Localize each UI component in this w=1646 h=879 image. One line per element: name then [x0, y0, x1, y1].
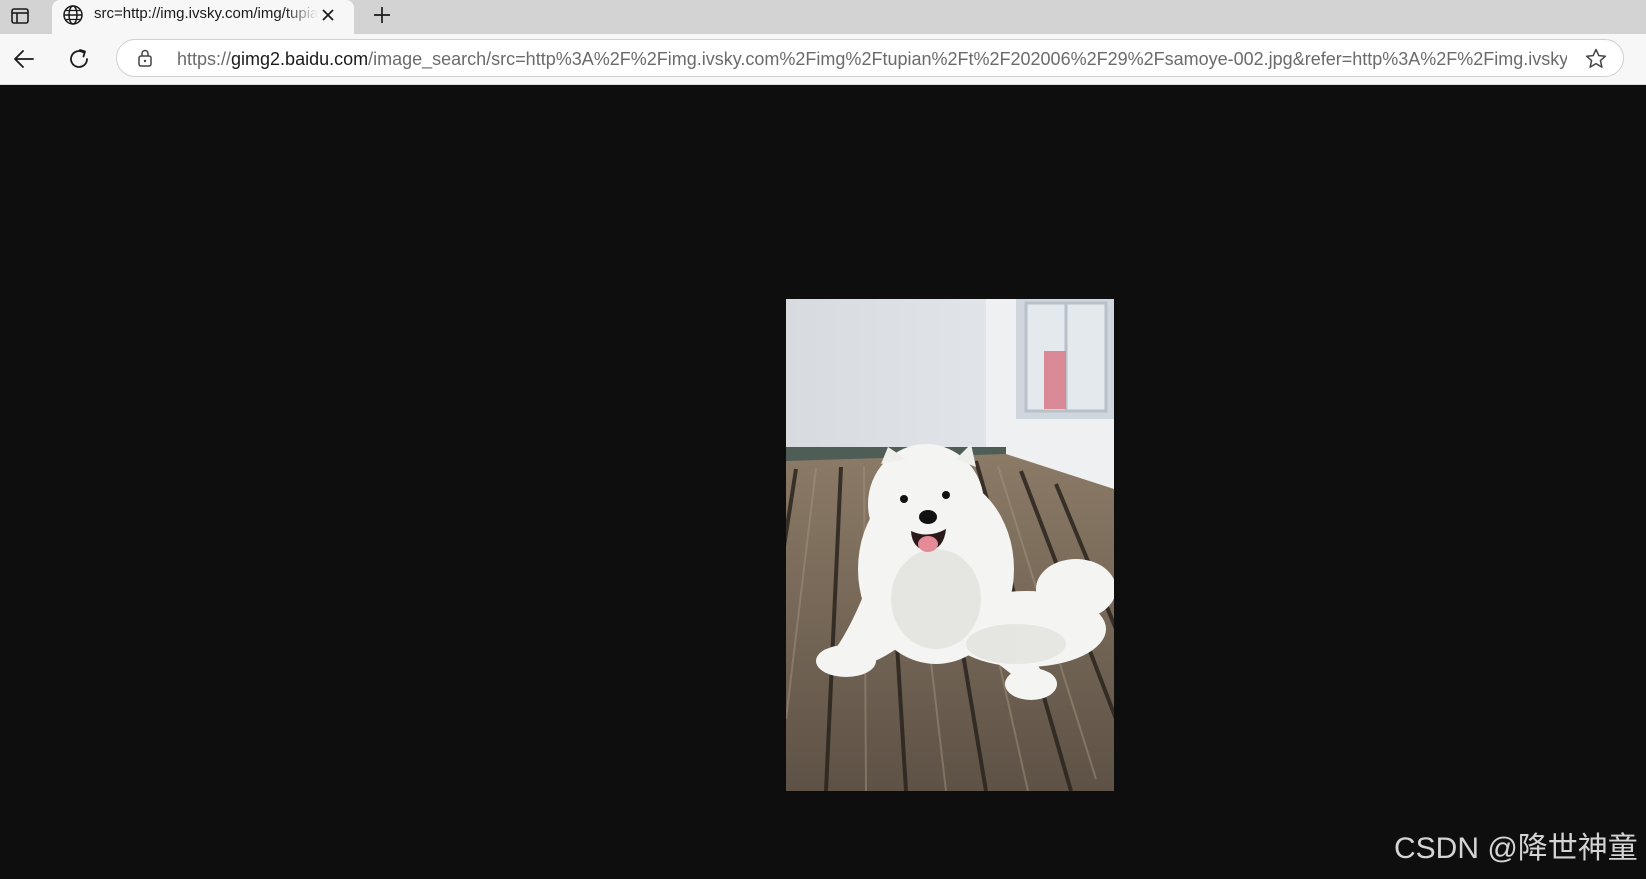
plus-icon[interactable] [368, 1, 396, 29]
tab-title: src=http://img.ivsky.com/img/tupian/t/20… [94, 5, 318, 22]
samoyed-image [786, 299, 1114, 791]
back-arrow-icon [14, 50, 34, 68]
tab-actions-icon [11, 8, 29, 24]
reload-button[interactable] [63, 43, 95, 75]
active-tab[interactable]: src=http://img.ivsky.com/img/tupian/t/20… [52, 0, 354, 34]
globe-icon [63, 5, 83, 25]
star-icon[interactable] [1583, 46, 1609, 72]
address-bar[interactable]: https://gimg2.baidu.com/image_search/src… [116, 39, 1624, 77]
url-scheme: https:// [177, 49, 232, 69]
url-text[interactable]: https://gimg2.baidu.com/image_search/src… [177, 48, 1567, 70]
watermark: CSDN @降世神童 [1394, 832, 1638, 865]
tab-actions-button[interactable] [4, 2, 36, 30]
back-button[interactable] [8, 43, 40, 75]
close-icon[interactable] [317, 4, 339, 26]
dog-photo[interactable] [786, 299, 1114, 791]
url-path: /image_search/src=http%3A%2F%2Fimg.ivsky… [368, 49, 1567, 69]
url-host: gimg2.baidu.com [231, 49, 369, 69]
browser-toolbar: https://gimg2.baidu.com/image_search/src… [0, 34, 1646, 85]
lock-icon[interactable] [135, 48, 155, 68]
tab-strip: src=http://img.ivsky.com/img/tupian/t/20… [0, 0, 1646, 34]
reload-icon [70, 49, 88, 68]
